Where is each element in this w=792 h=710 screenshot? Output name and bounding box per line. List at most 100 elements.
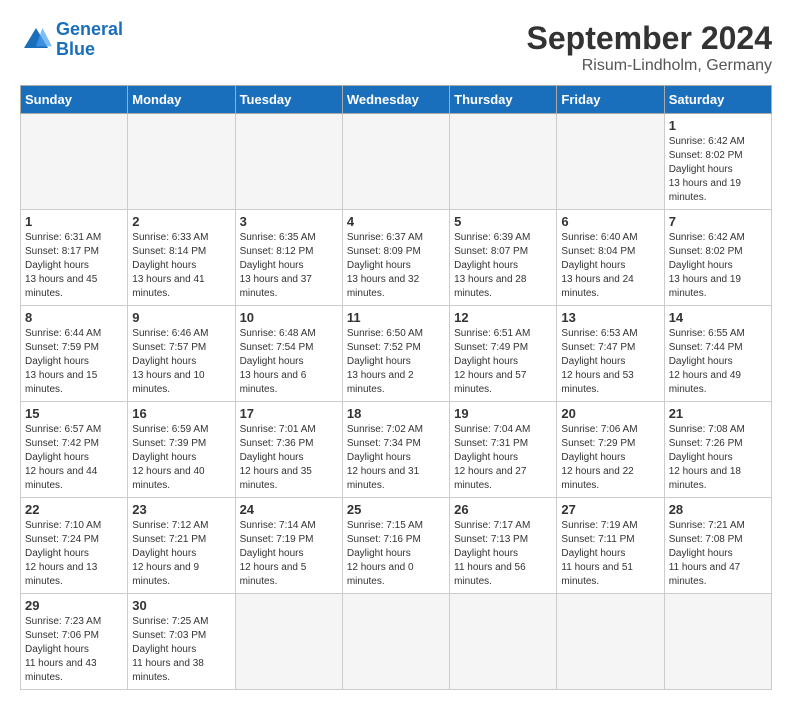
calendar-cell [664, 594, 771, 690]
logo-general: General [56, 19, 123, 39]
cell-info: Sunrise: 7:12 AM Sunset: 7:21 PM Dayligh… [132, 519, 230, 589]
calendar-week-5: 22 Sunrise: 7:10 AM Sunset: 7:24 PM Dayl… [21, 498, 772, 594]
day-number: 12 [454, 310, 552, 325]
cell-info: Sunrise: 6:55 AM Sunset: 7:44 PM Dayligh… [669, 327, 767, 397]
day-number: 29 [25, 598, 123, 613]
day-number: 25 [347, 502, 445, 517]
day-number: 30 [132, 598, 230, 613]
cell-info: Sunrise: 7:04 AM Sunset: 7:31 PM Dayligh… [454, 423, 552, 493]
calendar-cell: 6 Sunrise: 6:40 AM Sunset: 8:04 PM Dayli… [557, 210, 664, 306]
cell-info: Sunrise: 6:42 AM Sunset: 8:02 PM Dayligh… [669, 135, 767, 205]
location-subtitle: Risum-Lindholm, Germany [527, 57, 772, 75]
calendar-cell [450, 114, 557, 210]
calendar-cell: 8 Sunrise: 6:44 AM Sunset: 7:59 PM Dayli… [21, 306, 128, 402]
calendar-week-2: 1 Sunrise: 6:31 AM Sunset: 8:17 PM Dayli… [21, 210, 772, 306]
weekday-header-tuesday: Tuesday [235, 86, 342, 114]
day-number: 1 [25, 214, 123, 229]
cell-info: Sunrise: 6:37 AM Sunset: 8:09 PM Dayligh… [347, 231, 445, 301]
calendar-cell [235, 114, 342, 210]
day-number: 22 [25, 502, 123, 517]
cell-info: Sunrise: 7:17 AM Sunset: 7:13 PM Dayligh… [454, 519, 552, 589]
logo: General Blue [20, 20, 123, 60]
weekday-header-friday: Friday [557, 86, 664, 114]
day-number: 6 [561, 214, 659, 229]
cell-info: Sunrise: 6:31 AM Sunset: 8:17 PM Dayligh… [25, 231, 123, 301]
logo-icon [20, 24, 52, 56]
cell-info: Sunrise: 7:21 AM Sunset: 7:08 PM Dayligh… [669, 519, 767, 589]
calendar-cell [557, 114, 664, 210]
cell-info: Sunrise: 7:01 AM Sunset: 7:36 PM Dayligh… [240, 423, 338, 493]
day-number: 20 [561, 406, 659, 421]
calendar-week-1: 1 Sunrise: 6:42 AM Sunset: 8:02 PM Dayli… [21, 114, 772, 210]
calendar-cell [235, 594, 342, 690]
calendar-cell: 10 Sunrise: 6:48 AM Sunset: 7:54 PM Dayl… [235, 306, 342, 402]
calendar-cell: 1 Sunrise: 6:31 AM Sunset: 8:17 PM Dayli… [21, 210, 128, 306]
cell-info: Sunrise: 6:50 AM Sunset: 7:52 PM Dayligh… [347, 327, 445, 397]
calendar-cell [342, 594, 449, 690]
day-number: 26 [454, 502, 552, 517]
day-number: 4 [347, 214, 445, 229]
cell-info: Sunrise: 6:48 AM Sunset: 7:54 PM Dayligh… [240, 327, 338, 397]
calendar-week-6: 29 Sunrise: 7:23 AM Sunset: 7:06 PM Dayl… [21, 594, 772, 690]
page-header: General Blue September 2024 Risum-Lindho… [20, 20, 772, 75]
weekday-header-wednesday: Wednesday [342, 86, 449, 114]
day-number: 1 [669, 118, 767, 133]
calendar-cell: 4 Sunrise: 6:37 AM Sunset: 8:09 PM Dayli… [342, 210, 449, 306]
cell-info: Sunrise: 6:46 AM Sunset: 7:57 PM Dayligh… [132, 327, 230, 397]
weekday-header-row: SundayMondayTuesdayWednesdayThursdayFrid… [21, 86, 772, 114]
calendar-cell: 24 Sunrise: 7:14 AM Sunset: 7:19 PM Dayl… [235, 498, 342, 594]
day-number: 18 [347, 406, 445, 421]
calendar-cell: 28 Sunrise: 7:21 AM Sunset: 7:08 PM Dayl… [664, 498, 771, 594]
calendar-cell: 19 Sunrise: 7:04 AM Sunset: 7:31 PM Dayl… [450, 402, 557, 498]
month-year-title: September 2024 [527, 20, 772, 57]
cell-info: Sunrise: 6:33 AM Sunset: 8:14 PM Dayligh… [132, 231, 230, 301]
day-number: 24 [240, 502, 338, 517]
calendar-cell: 11 Sunrise: 6:50 AM Sunset: 7:52 PM Dayl… [342, 306, 449, 402]
day-number: 16 [132, 406, 230, 421]
logo-blue: Blue [56, 40, 123, 60]
day-number: 14 [669, 310, 767, 325]
calendar-cell [128, 114, 235, 210]
cell-info: Sunrise: 6:40 AM Sunset: 8:04 PM Dayligh… [561, 231, 659, 301]
weekday-header-thursday: Thursday [450, 86, 557, 114]
cell-info: Sunrise: 7:19 AM Sunset: 7:11 PM Dayligh… [561, 519, 659, 589]
day-number: 17 [240, 406, 338, 421]
calendar-cell: 20 Sunrise: 7:06 AM Sunset: 7:29 PM Dayl… [557, 402, 664, 498]
cell-info: Sunrise: 7:15 AM Sunset: 7:16 PM Dayligh… [347, 519, 445, 589]
calendar-cell: 25 Sunrise: 7:15 AM Sunset: 7:16 PM Dayl… [342, 498, 449, 594]
calendar-cell: 15 Sunrise: 6:57 AM Sunset: 7:42 PM Dayl… [21, 402, 128, 498]
calendar-cell: 30 Sunrise: 7:25 AM Sunset: 7:03 PM Dayl… [128, 594, 235, 690]
day-number: 2 [132, 214, 230, 229]
calendar-cell [342, 114, 449, 210]
calendar-cell: 14 Sunrise: 6:55 AM Sunset: 7:44 PM Dayl… [664, 306, 771, 402]
calendar-week-4: 15 Sunrise: 6:57 AM Sunset: 7:42 PM Dayl… [21, 402, 772, 498]
cell-info: Sunrise: 7:06 AM Sunset: 7:29 PM Dayligh… [561, 423, 659, 493]
calendar-cell: 18 Sunrise: 7:02 AM Sunset: 7:34 PM Dayl… [342, 402, 449, 498]
calendar-cell: 17 Sunrise: 7:01 AM Sunset: 7:36 PM Dayl… [235, 402, 342, 498]
cell-info: Sunrise: 7:25 AM Sunset: 7:03 PM Dayligh… [132, 615, 230, 685]
day-number: 13 [561, 310, 659, 325]
calendar-cell: 22 Sunrise: 7:10 AM Sunset: 7:24 PM Dayl… [21, 498, 128, 594]
day-number: 3 [240, 214, 338, 229]
day-number: 15 [25, 406, 123, 421]
calendar-cell [450, 594, 557, 690]
cell-info: Sunrise: 7:10 AM Sunset: 7:24 PM Dayligh… [25, 519, 123, 589]
weekday-header-monday: Monday [128, 86, 235, 114]
cell-info: Sunrise: 7:02 AM Sunset: 7:34 PM Dayligh… [347, 423, 445, 493]
cell-info: Sunrise: 6:53 AM Sunset: 7:47 PM Dayligh… [561, 327, 659, 397]
calendar-cell: 12 Sunrise: 6:51 AM Sunset: 7:49 PM Dayl… [450, 306, 557, 402]
calendar-cell: 21 Sunrise: 7:08 AM Sunset: 7:26 PM Dayl… [664, 402, 771, 498]
day-number: 19 [454, 406, 552, 421]
day-number: 27 [561, 502, 659, 517]
cell-info: Sunrise: 6:57 AM Sunset: 7:42 PM Dayligh… [25, 423, 123, 493]
calendar-cell: 13 Sunrise: 6:53 AM Sunset: 7:47 PM Dayl… [557, 306, 664, 402]
calendar-cell: 2 Sunrise: 6:33 AM Sunset: 8:14 PM Dayli… [128, 210, 235, 306]
cell-info: Sunrise: 7:14 AM Sunset: 7:19 PM Dayligh… [240, 519, 338, 589]
calendar-cell: 7 Sunrise: 6:42 AM Sunset: 8:02 PM Dayli… [664, 210, 771, 306]
cell-info: Sunrise: 6:42 AM Sunset: 8:02 PM Dayligh… [669, 231, 767, 301]
cell-info: Sunrise: 6:51 AM Sunset: 7:49 PM Dayligh… [454, 327, 552, 397]
calendar-cell: 9 Sunrise: 6:46 AM Sunset: 7:57 PM Dayli… [128, 306, 235, 402]
calendar-cell: 16 Sunrise: 6:59 AM Sunset: 7:39 PM Dayl… [128, 402, 235, 498]
calendar-cell: 5 Sunrise: 6:39 AM Sunset: 8:07 PM Dayli… [450, 210, 557, 306]
day-number: 5 [454, 214, 552, 229]
